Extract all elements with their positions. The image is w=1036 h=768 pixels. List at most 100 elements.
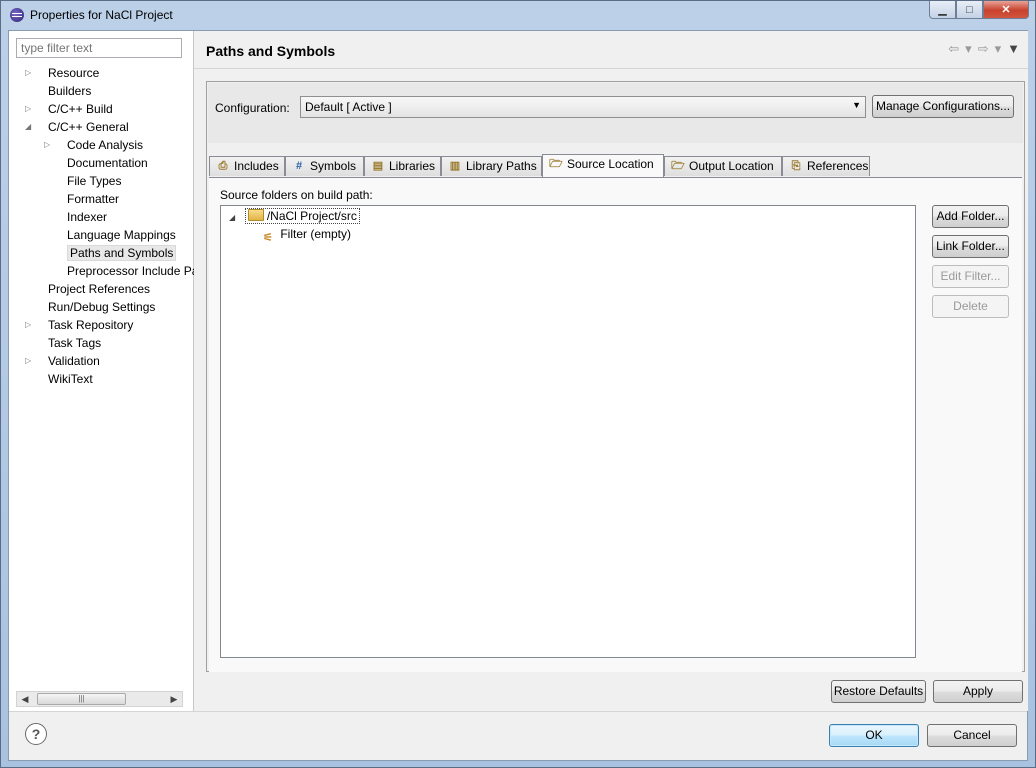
page-title: Paths and Symbols <box>206 43 336 59</box>
nav-tree-item[interactable]: Project References <box>25 280 150 298</box>
nav-tree-item[interactable]: Language Mappings <box>44 226 176 244</box>
src-folder-node[interactable]: /NaCl Project/src <box>244 208 360 224</box>
libraries-icon: ▤ <box>372 160 384 172</box>
cancel-button[interactable]: Cancel <box>927 724 1017 747</box>
collapsed-twisty-icon[interactable]: ▷ <box>25 316 33 334</box>
close-button[interactable]: ✕ <box>983 1 1029 19</box>
tab-label: Library Paths <box>466 159 537 173</box>
tree-item-filter[interactable]: ⚟ Filter (empty) <box>263 225 352 244</box>
source-location-panel: Source folders on build path: ◢ /NaCl Pr… <box>209 177 1022 672</box>
tab-includes[interactable]: ⎙ Includes <box>209 156 285 176</box>
add-folder-button[interactable]: Add Folder... <box>932 205 1009 228</box>
ok-button[interactable]: OK <box>829 724 919 747</box>
scroll-left-icon[interactable]: ◀ <box>18 692 32 706</box>
nav-tree-item[interactable]: Task Tags <box>25 334 101 352</box>
references-icon: ⎘ <box>791 160 801 172</box>
window-controls: ▁ □ ✕ <box>929 1 1029 21</box>
scroll-right-icon[interactable]: ▶ <box>167 692 181 706</box>
filter-label: Filter (empty) <box>280 227 352 241</box>
nav-tree-item[interactable]: Builders <box>25 82 91 100</box>
tab-label: Libraries <box>389 159 436 173</box>
nav-tree-item[interactable]: Indexer <box>44 208 107 226</box>
apply-button[interactable]: Apply <box>933 680 1023 703</box>
folder-icon <box>247 209 264 221</box>
forward-dropdown-icon[interactable]: ▾ <box>995 41 1002 57</box>
expanded-twisty-icon[interactable]: ◢ <box>229 213 235 222</box>
bottom-separator <box>9 711 1027 712</box>
tab-source-location[interactable]: 🗁 Source Location <box>542 154 664 177</box>
title-bar[interactable]: Properties for NaCl Project ▁ □ ✕ <box>1 1 1035 29</box>
nav-tree-item-label: Language Mappings <box>67 228 176 242</box>
nav-tree-item[interactable]: Formatter <box>44 190 119 208</box>
nav-tree-item-label: Indexer <box>67 210 108 224</box>
collapsed-twisty-icon[interactable]: ▷ <box>25 352 33 370</box>
nav-tree-item-label: Preprocessor Include Pa <box>67 264 199 278</box>
tab-symbols[interactable]: # Symbols <box>285 156 364 176</box>
nav-tree-item-label: Formatter <box>67 192 120 206</box>
nav-tree-item[interactable]: Run/Debug Settings <box>25 298 155 316</box>
navigation-pane: ▷ Resource Builders ▷ C/C++ Build ◢ C/C++ Gene… <box>9 31 198 711</box>
library-paths-icon: ▥ <box>449 160 461 172</box>
collapsed-twisty-icon[interactable]: ▷ <box>25 64 33 82</box>
nav-tree-item-label: Task Repository <box>48 318 134 332</box>
nav-tree-item[interactable]: Paths and Symbols <box>44 244 177 262</box>
nav-tree-item-label: WikiText <box>48 372 93 386</box>
scroll-thumb[interactable]: ||| <box>37 693 126 705</box>
back-dropdown-icon[interactable]: ▾ <box>965 41 972 57</box>
nav-tree-item[interactable]: WikiText <box>25 370 93 388</box>
tab-libraries[interactable]: ▤ Libraries <box>364 156 441 176</box>
configuration-value: Default [ Active ] <box>305 100 392 114</box>
tab-library-paths[interactable]: ▥ Library Paths <box>441 156 542 176</box>
nav-tree-item[interactable]: ▷ Task Repository <box>25 316 133 334</box>
view-menu-icon[interactable]: ▼ <box>1007 41 1020 57</box>
maximize-button[interactable]: □ <box>956 1 983 19</box>
nav-tree-item[interactable]: Documentation <box>44 154 148 172</box>
configuration-select[interactable]: Default [ Active ] ▼ <box>300 96 866 118</box>
nav-tree-item[interactable]: ▷ Code Analysis <box>44 136 143 154</box>
output-folder-icon: 🗁 <box>671 160 685 172</box>
page-pane: Paths and Symbols ⇦ ▾ ⇨ ▾ ▼ Configuratio… <box>194 31 1028 711</box>
back-arrow-icon[interactable]: ⇦ <box>948 41 959 57</box>
nav-tree-item[interactable]: File Types <box>44 172 121 190</box>
horizontal-scrollbar[interactable]: ◀ ||| ▶ <box>16 691 183 707</box>
restore-defaults-button[interactable]: Restore Defaults <box>831 680 926 703</box>
nav-tree-item[interactable]: ◢ C/C++ General <box>25 118 129 136</box>
source-folders-tree[interactable]: ◢ /NaCl Project/src ⚟ Filter (empty) <box>220 205 916 658</box>
help-icon[interactable]: ? <box>25 723 47 745</box>
tab-references[interactable]: ⎘ References <box>782 156 870 176</box>
nav-tree-item-label: Run/Debug Settings <box>48 300 156 314</box>
minimize-button[interactable]: ▁ <box>929 1 956 19</box>
filter-input[interactable] <box>16 38 182 58</box>
nav-tree-item[interactable]: ▷ C/C++ Build <box>25 100 113 118</box>
tree-item-src-folder[interactable]: ◢ /NaCl Project/src <box>229 207 360 225</box>
folder-icon: 🗁 <box>549 158 563 170</box>
collapsed-twisty-icon[interactable]: ▷ <box>44 136 52 154</box>
link-folder-button[interactable]: Link Folder... <box>932 235 1009 258</box>
source-folders-label: Source folders on build path: <box>220 188 373 202</box>
tab-label: Output Location <box>689 159 774 173</box>
filter-icon: ⚟ <box>263 232 273 244</box>
hash-icon: # <box>295 160 303 172</box>
configuration-label: Configuration: <box>215 101 290 115</box>
nav-tree-item[interactable]: ▷ Validation <box>25 352 100 370</box>
delete-button[interactable]: Delete <box>932 295 1009 318</box>
nav-tree-item[interactable]: Preprocessor Include Pa <box>44 262 198 280</box>
manage-configurations-button[interactable]: Manage Configurations... <box>872 95 1014 118</box>
edit-filter-button[interactable]: Edit Filter... <box>932 265 1009 288</box>
tab-label: References <box>807 159 869 173</box>
nav-tree-item-label: Project References <box>48 282 151 296</box>
nav-tree-item-label: Validation <box>48 354 100 368</box>
nav-tree-item-label: Builders <box>48 84 92 98</box>
forward-arrow-icon[interactable]: ⇨ <box>978 41 989 57</box>
nav-tree-item[interactable]: ▷ Resource <box>25 64 99 82</box>
collapsed-twisty-icon[interactable]: ▷ <box>25 100 33 118</box>
tab-output-location[interactable]: 🗁 Output Location <box>664 156 782 176</box>
expanded-twisty-icon[interactable]: ◢ <box>25 118 33 136</box>
